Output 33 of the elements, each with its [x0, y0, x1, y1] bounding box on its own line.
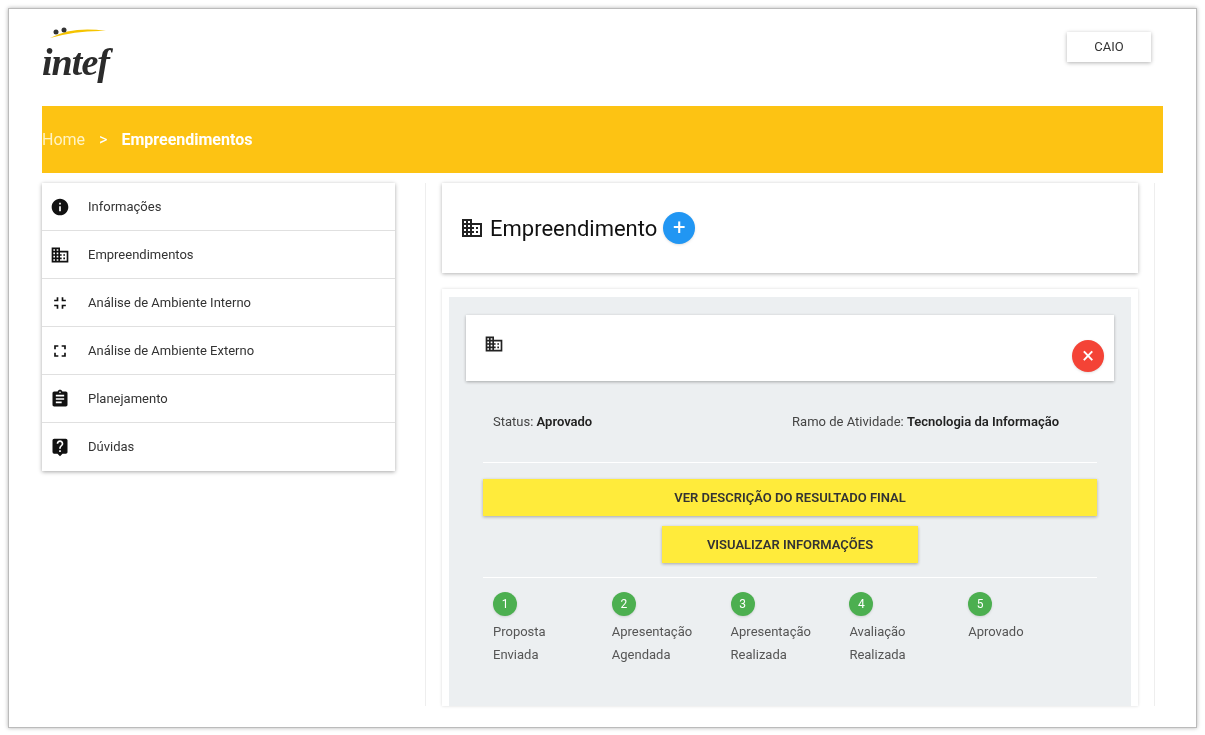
- sidebar-item[interactable]: Planejamento: [42, 375, 395, 423]
- sidebar-item[interactable]: Dúvidas: [42, 423, 395, 471]
- step-number: 2: [611, 592, 636, 616]
- step-label: Agendada: [611, 646, 672, 664]
- step-number: 3: [730, 592, 755, 616]
- clipboard-icon: [50, 388, 70, 409]
- action-button[interactable]: VER DESCRIÇÃO DO RESULTADO FINAL: [483, 479, 1097, 516]
- sidebar-item[interactable]: Análise de Ambiente Interno: [42, 279, 395, 327]
- help-icon: [50, 437, 70, 457]
- step-label: Apresentação: [730, 623, 811, 641]
- close-button[interactable]: ×: [1072, 340, 1104, 372]
- user-button[interactable]: CAIO: [1067, 31, 1151, 62]
- action-button[interactable]: VISUALIZAR INFORMAÇÕES: [662, 526, 918, 563]
- step-label: Aprovado: [968, 623, 1024, 641]
- sidebar-item[interactable]: Empreendimentos: [42, 231, 395, 279]
- building-icon: [460, 216, 484, 240]
- card-title: Empreendimento: [490, 214, 658, 243]
- step-label: Proposta: [493, 623, 546, 641]
- step-label: Enviada: [493, 646, 540, 664]
- step-number: 5: [968, 592, 993, 616]
- building-icon: [484, 334, 504, 354]
- step-label: Avaliação: [849, 623, 906, 641]
- step-number: 4: [849, 592, 874, 616]
- sidebar-item[interactable]: Análise de Ambiente Externo: [42, 327, 395, 375]
- activity-text: Ramo de Atividade: Tecnologia da Informação: [792, 412, 1059, 431]
- step-number: 1: [493, 592, 517, 616]
- sidebar-item[interactable]: Informações: [42, 183, 395, 231]
- step-label: Realizada: [730, 646, 788, 664]
- info-icon: [50, 196, 70, 217]
- step-label: Realizada: [849, 646, 906, 664]
- chevron-icon: >: [99, 127, 108, 152]
- status-text: Status: Aprovado: [493, 412, 593, 431]
- step-label: Apresentação: [611, 623, 693, 641]
